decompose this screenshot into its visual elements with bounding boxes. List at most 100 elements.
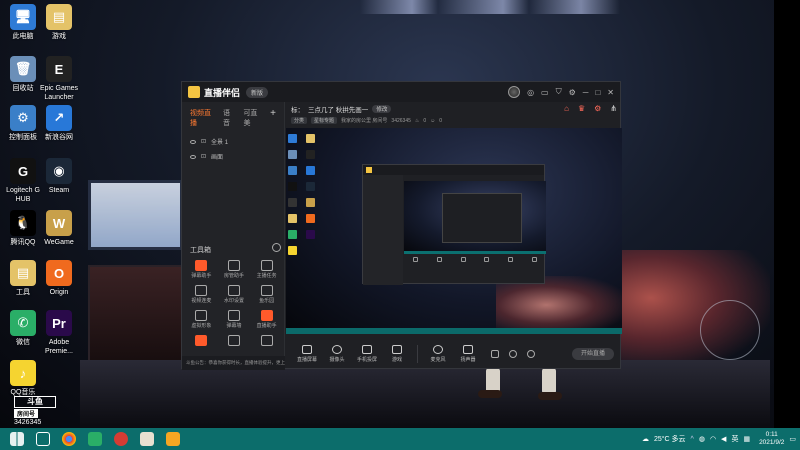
desktop-icon[interactable]: E Epic Games Launcher [36, 56, 82, 102]
start-live-button[interactable]: 开始直播 [572, 348, 614, 360]
app-icon: ♪ [10, 360, 36, 386]
settings-icon[interactable]: ⚙ [569, 88, 576, 97]
toolbox-item[interactable]: 弹幕墙 [218, 310, 251, 330]
game-icon [392, 345, 402, 354]
tool-icon [195, 260, 208, 271]
desktop-icon[interactable]: Pr Adobe Premie... [36, 310, 82, 356]
app-title: 直播伴侣 [204, 87, 241, 98]
camera-button[interactable]: 摄像头 [324, 345, 350, 363]
scene-item[interactable]: ⊡ 画面 [182, 149, 284, 164]
tab-voice[interactable]: 语音 [223, 108, 235, 128]
gift-icon[interactable]: ⌂ [564, 104, 569, 113]
toolbox-item[interactable] [218, 335, 251, 348]
tab-other[interactable]: 可直美 [243, 108, 262, 128]
live-companion-window[interactable]: 直播伴侣 新版 ◎ ▭ ⛉ ⚙ ─ □ ✕ 视频直播 语音 可直美 + ⊡ 全景… [181, 81, 622, 370]
lock-icon[interactable]: ⊡ [201, 138, 206, 145]
tray-app-icon[interactable]: ◍ [699, 435, 705, 443]
tab-video-live[interactable]: 视频直播 [190, 108, 215, 128]
record-icon[interactable] [491, 350, 499, 358]
chevron-up-icon[interactable]: ^ [691, 436, 694, 443]
desktop-icon[interactable]: ♪ QQ音乐 [0, 360, 46, 397]
category-tag[interactable]: 分类 [291, 117, 308, 124]
chat-app-icon[interactable] [88, 432, 102, 446]
preview-street-glow [496, 276, 622, 334]
task-view-icon[interactable] [36, 432, 50, 446]
desktop-icon-label: Epic Games Launcher [39, 85, 79, 101]
toolbox-item[interactable]: 主播任务 [250, 260, 283, 280]
grid-icon[interactable]: ▦ [743, 435, 750, 443]
tool-icon [195, 310, 208, 321]
toolbox-item[interactable]: 水印设置 [218, 285, 251, 305]
taskbar: ☁ 25°C 多云 ^ ◍ ◠ ◀ 英 ▦ 0:11 2021/9/2 ▭ [0, 428, 800, 450]
app-icon: 🖥 [10, 4, 36, 30]
netease-music-icon[interactable] [114, 432, 128, 446]
stream-preview[interactable] [286, 128, 622, 334]
edit-title-button[interactable]: 修改 [372, 104, 392, 113]
eye-icon[interactable] [190, 139, 196, 144]
microphone-button[interactable]: 麦克风 [425, 345, 451, 363]
chrome-icon[interactable] [62, 432, 76, 446]
version-pill[interactable]: 新版 [246, 86, 269, 98]
eye-icon[interactable] [509, 350, 517, 358]
speaker-button[interactable]: 扬声器 [455, 345, 481, 363]
desktop-icon[interactable]: ↗ 新浪谷网 [36, 105, 82, 142]
scene-label: 全景 1 [211, 140, 229, 146]
desktop-icon[interactable]: ▤ 游戏 [36, 4, 82, 41]
tool-label: 直播助手 [256, 323, 277, 329]
app-icon: ⚙ [10, 105, 36, 131]
screen-capture-button[interactable]: 直播屏幕 [294, 345, 320, 363]
windows-start-icon[interactable] [10, 432, 24, 446]
settings-icon[interactable]: ⚙ [594, 104, 601, 113]
mic-icon [433, 345, 443, 354]
app-logo-icon [188, 86, 200, 98]
ime-indicator[interactable]: 英 [731, 434, 738, 444]
window-titlebar[interactable]: 直播伴侣 新版 ◎ ▭ ⛉ ⚙ ─ □ ✕ [182, 82, 620, 102]
add-tab-button[interactable]: + [270, 108, 276, 128]
tool-label: 视频连麦 [191, 298, 212, 304]
toolbox-item[interactable]: 视频连麦 [185, 285, 218, 305]
toolbox-item[interactable]: 房管助手 [218, 260, 251, 280]
watermark-room-number: 3426345 [14, 419, 42, 426]
desktop-icon[interactable]: O Origin [36, 260, 82, 297]
toolbox-item[interactable]: 弹幕助手 [185, 260, 218, 280]
divider [417, 345, 418, 363]
tool-label: 房管助手 [223, 273, 244, 279]
user-avatar[interactable] [508, 86, 521, 98]
phone-icon [362, 345, 372, 354]
headset-icon[interactable]: ◎ [527, 88, 534, 97]
toolbox-item[interactable]: 虚拟形象 [185, 310, 218, 330]
share-icon[interactable]: ♛ [578, 104, 585, 113]
tool-icon [260, 335, 273, 346]
game-button[interactable]: 游戏 [384, 345, 410, 363]
volume-icon[interactable]: ◀ [721, 435, 726, 443]
message-icon[interactable]: ▭ [541, 88, 549, 97]
phone-cast-button[interactable]: 手机投屏 [354, 345, 380, 363]
desktop-icon[interactable]: ◉ Steam [36, 158, 82, 195]
app-icon: 🐧 [10, 210, 36, 236]
clock[interactable]: 0:11 2021/9/2 [759, 431, 784, 447]
notification-icon[interactable]: ▭ [789, 435, 796, 443]
topic-tag[interactable]: 星标专题 [311, 117, 338, 124]
scene-item[interactable]: ⊡ 全景 1 [182, 134, 284, 149]
share-link-icon[interactable]: ⋔ [610, 104, 617, 113]
settings-icon[interactable] [527, 350, 535, 358]
maximize-icon[interactable]: □ [595, 88, 600, 97]
lock-icon[interactable]: ⊡ [201, 153, 206, 160]
desktop-icon[interactable]: W WeGame [36, 210, 82, 247]
toolbox-item[interactable]: 直播助手 [250, 310, 283, 330]
toolbox-more-icon[interactable] [272, 243, 281, 252]
shirt-icon[interactable]: ⛉ [556, 87, 562, 97]
wifi-icon[interactable]: ◠ [710, 435, 716, 443]
eye-icon[interactable] [190, 154, 196, 159]
minimize-icon[interactable]: ─ [583, 88, 589, 97]
weather-text[interactable]: 25°C 多云 [654, 434, 686, 444]
close-icon[interactable]: ✕ [607, 88, 614, 97]
tool-icon [195, 285, 208, 296]
live-companion-taskbar-icon[interactable] [166, 432, 180, 446]
toolbox-item[interactable] [250, 335, 283, 348]
toolbox-item[interactable]: 鱼乐园 [250, 285, 283, 305]
image-app-icon[interactable] [140, 432, 154, 446]
app-icon: Pr [46, 310, 72, 336]
desktop-icon-label: 新浪谷网 [45, 134, 73, 141]
toolbox-item[interactable] [185, 335, 218, 348]
